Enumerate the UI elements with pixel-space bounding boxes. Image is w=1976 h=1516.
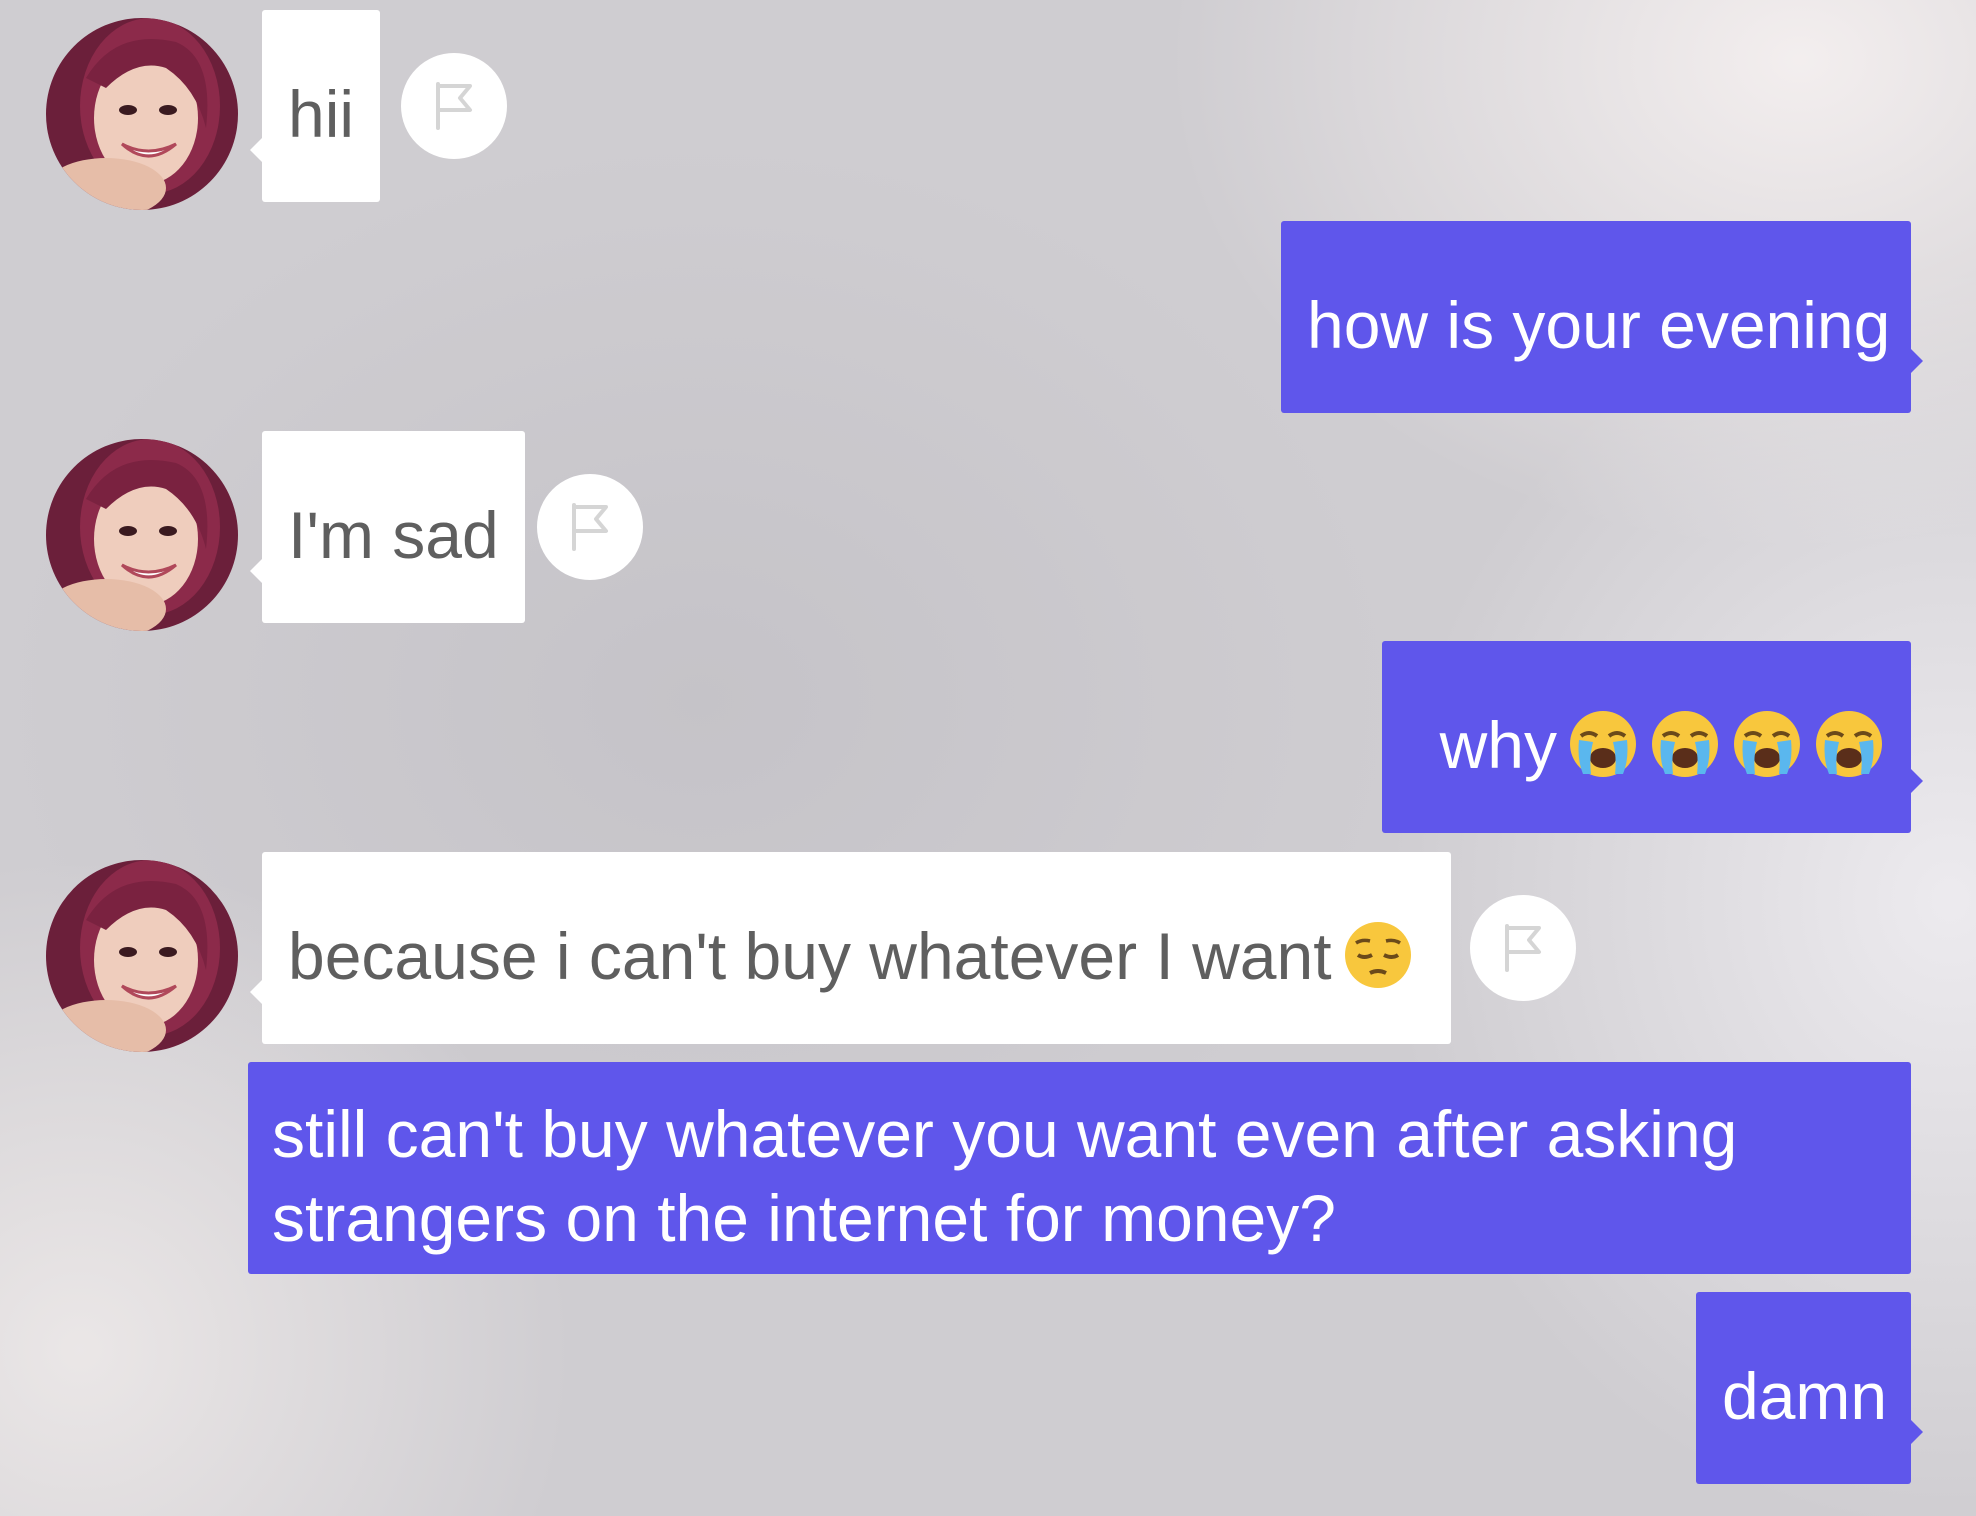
pensive-face-icon bbox=[1342, 919, 1414, 991]
contact-avatar[interactable] bbox=[46, 18, 238, 210]
loudly-crying-face-icon bbox=[1567, 708, 1639, 780]
incoming-message-bubble: I'm sad bbox=[250, 431, 525, 623]
message-text: still can't buy whatever you want even a… bbox=[272, 1097, 1738, 1255]
loudly-crying-face-icon bbox=[1813, 708, 1885, 780]
loudly-crying-face-icon bbox=[1649, 708, 1721, 780]
message-text: damn bbox=[1722, 1359, 1888, 1433]
outgoing-message-bubble: still can't buy whatever you want even a… bbox=[248, 1062, 1911, 1274]
message-text: how is your evening bbox=[1307, 288, 1891, 362]
message-text: I'm sad bbox=[288, 498, 499, 572]
outgoing-message-bubble: why bbox=[1382, 641, 1923, 833]
flag-icon bbox=[432, 80, 476, 132]
report-message-button[interactable] bbox=[537, 474, 643, 580]
incoming-message-bubble: because i can't buy whatever I want bbox=[250, 852, 1451, 1044]
loudly-crying-face-icon bbox=[1731, 708, 1803, 780]
message-text: because i can't buy whatever I want bbox=[288, 919, 1332, 993]
outgoing-message-bubble: how is your evening bbox=[1281, 221, 1923, 413]
message-text: why bbox=[1439, 708, 1557, 782]
report-message-button[interactable] bbox=[401, 53, 507, 159]
flag-icon bbox=[1501, 922, 1545, 974]
incoming-message-bubble: hii bbox=[249, 10, 381, 202]
flag-icon bbox=[568, 501, 612, 553]
contact-avatar[interactable] bbox=[46, 860, 238, 1052]
outgoing-message-bubble: damn bbox=[1696, 1292, 1923, 1484]
contact-avatar[interactable] bbox=[46, 439, 238, 631]
chat-thread: hii how is your evening I'm sad why beca… bbox=[0, 0, 1976, 1516]
message-text: hii bbox=[288, 77, 355, 151]
report-message-button[interactable] bbox=[1470, 895, 1576, 1001]
